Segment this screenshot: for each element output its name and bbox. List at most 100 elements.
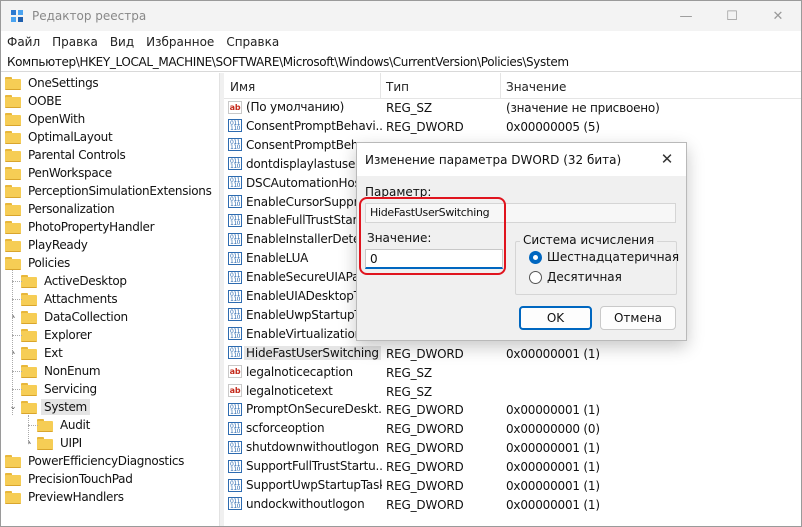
registry-value-row[interactable]: 011 110 scforceoption REG_DWORD 0x00000000 (… <box>224 420 801 439</box>
tree-item[interactable]: ⌄ System <box>9 398 90 416</box>
tree-item[interactable]: Servicing <box>9 380 100 398</box>
string-value-icon: ab <box>228 365 242 379</box>
value-name: undockwithoutlogon <box>246 496 365 511</box>
tree-guide-line <box>12 335 22 336</box>
tree-item[interactable]: Personalization <box>5 200 118 218</box>
column-divider[interactable] <box>500 73 501 99</box>
tree-item[interactable]: PlayReady <box>5 236 91 254</box>
value-type: REG_DWORD <box>386 346 464 361</box>
binary-value-icon: 011 110 <box>228 346 242 360</box>
column-header-type[interactable]: Тип <box>386 80 409 94</box>
value-type: REG_DWORD <box>386 403 464 418</box>
tree-item-label: OptimalLayout <box>28 130 113 144</box>
registry-value-row[interactable]: 011 110 shutdownwithoutlogon REG_DWORD 0x000… <box>224 439 801 458</box>
menu-edit[interactable]: Правка <box>46 31 104 53</box>
tree-item[interactable]: Attachments <box>9 290 120 308</box>
value-name: legalnoticetext <box>246 383 333 398</box>
cancel-button[interactable]: Отмена <box>600 306 676 330</box>
minimize-button[interactable]: — <box>663 1 709 31</box>
value-name-cell: 011 110 shutdownwithoutlogon <box>228 440 382 454</box>
tree-item[interactable]: ActiveDesktop <box>9 272 130 290</box>
registry-value-row[interactable]: ab legalnoticetext REG_SZ <box>224 383 801 402</box>
tree-item-label: PrecisionTouchPad <box>28 472 133 486</box>
tree-item[interactable]: › DataCollection <box>9 308 131 326</box>
value-name: HideFastUserSwitching <box>244 345 381 360</box>
radio-hexadecimal[interactable]: Шестнадцатеричная <box>529 250 679 264</box>
value-type: REG_DWORD <box>386 422 464 437</box>
binary-value-icon: 011 110 <box>228 421 242 435</box>
tree-item-label: Ext <box>44 346 63 360</box>
tree-item[interactable]: PenWorkspace <box>5 164 115 182</box>
radio-hex-indicator[interactable] <box>529 250 542 264</box>
tree-item[interactable]: OpenWith <box>5 110 88 128</box>
tree-item-label: UIPI <box>60 436 82 450</box>
folder-icon <box>5 257 21 270</box>
binary-value-icon: 011 110 <box>228 478 242 492</box>
tree-item[interactable]: Parental Controls <box>5 146 128 164</box>
radio-dec-indicator[interactable] <box>529 270 542 284</box>
menu-file[interactable]: Файл <box>1 31 46 53</box>
menu-help[interactable]: Справка <box>220 31 285 53</box>
ok-button[interactable]: OK <box>519 306 592 330</box>
address-path[interactable]: Компьютер\HKEY_LOCAL_MACHINE\SOFTWARE\Mi… <box>7 55 569 69</box>
binary-value-icon: 011 110 <box>228 270 242 284</box>
registry-value-row[interactable]: 011 110 PromptOnSecureDeskt... REG_DWORD 0x0… <box>224 401 801 420</box>
tree-item-label: PerceptionSimulationExtensions <box>28 184 212 198</box>
tree-item-label: Audit <box>60 418 90 432</box>
tree-item[interactable]: OptimalLayout <box>5 128 115 146</box>
registry-value-row[interactable]: 011 110 ConsentPromptBehavi... REG_DWORD 0x0… <box>224 118 801 137</box>
binary-value-icon: 011 110 <box>228 157 242 171</box>
dialog-body: Параметр: HideFastUserSwitching Значение… <box>357 176 686 340</box>
folder-icon <box>5 167 21 180</box>
title-bar[interactable]: Редактор реестра — ☐ ✕ <box>1 1 801 31</box>
radio-decimal[interactable]: Десятичная <box>529 270 622 284</box>
list-header: Имя Тип Значение <box>224 73 801 99</box>
tree-item-label: OneSettings <box>28 76 99 90</box>
edit-dword-dialog: Изменение параметра DWORD (32 бита) ✕ Па… <box>356 142 687 341</box>
tree-item-label: Attachments <box>44 292 118 306</box>
binary-value-icon: 011 110 <box>228 440 242 454</box>
column-divider[interactable] <box>380 73 381 99</box>
registry-value-row[interactable]: 011 110 SupportFullTrustStartu... REG_DWORD… <box>224 458 801 477</box>
registry-value-row[interactable]: ab legalnoticecaption REG_SZ <box>224 364 801 383</box>
value-type: REG_SZ <box>386 101 432 115</box>
value-name-cell: 011 110 SupportFullTrustStartu... <box>228 459 382 473</box>
registry-value-row[interactable]: 011 110 HideFastUserSwitching REG_DWORD 0x00… <box>224 345 801 364</box>
column-header-value[interactable]: Значение <box>506 80 566 94</box>
menu-bar: Файл Правка Вид Избранное Справка <box>1 31 801 53</box>
value-name-cell: 011 110 SupportUwpStartupTasks <box>228 478 382 492</box>
string-value-icon: ab <box>228 384 242 397</box>
menu-favorites[interactable]: Избранное <box>140 31 220 53</box>
tree-item[interactable]: PerceptionSimulationExtensions <box>5 182 215 200</box>
registry-value-row[interactable]: 011 110 SupportUwpStartupTasks REG_DWORD 0x0… <box>224 477 801 496</box>
folder-icon <box>21 329 37 342</box>
registry-key-tree[interactable]: OneSettings OOBE OpenWith OptimalLayout Pare… <box>1 73 220 526</box>
highlight-annotation <box>359 197 506 275</box>
value-name-cell: 011 110 scforceoption <box>228 421 382 435</box>
value-name: ConsentPromptBehavi... <box>246 118 382 133</box>
maximize-button[interactable]: ☐ <box>709 1 755 31</box>
menu-view[interactable]: Вид <box>104 31 140 53</box>
tree-item[interactable]: › Ext <box>9 344 66 362</box>
tree-item-label: Personalization <box>28 202 115 216</box>
tree-item[interactable]: NonEnum <box>9 362 103 380</box>
tree-guide-line <box>28 443 31 444</box>
value-name: EnableVirtualization <box>246 326 363 341</box>
column-header-name[interactable]: Имя <box>230 80 255 94</box>
tree-item[interactable]: PrecisionTouchPad <box>5 470 136 488</box>
tree-item[interactable]: Policies <box>5 254 73 272</box>
address-bar[interactable]: Компьютер\HKEY_LOCAL_MACHINE\SOFTWARE\Mi… <box>1 53 801 72</box>
folder-icon <box>21 383 37 396</box>
window-title: Редактор реестра <box>32 9 147 23</box>
registry-value-row[interactable]: ab (По умолчанию) REG_SZ (значение не присв… <box>224 99 801 118</box>
tree-item[interactable]: › UIPI <box>25 434 85 452</box>
tree-item[interactable]: PhotoPropertyHandler <box>5 218 157 236</box>
tree-item-label: OOBE <box>28 94 62 108</box>
tree-item[interactable]: OOBE <box>5 92 65 110</box>
dialog-close-button[interactable]: ✕ <box>653 147 681 171</box>
close-window-button[interactable]: ✕ <box>755 1 801 31</box>
registry-value-row[interactable]: 011 110 undockwithoutlogon REG_DWORD 0x00000… <box>224 496 801 515</box>
tree-item[interactable]: PreviewHandlers <box>5 488 127 506</box>
tree-item[interactable]: OneSettings <box>5 74 101 92</box>
tree-item[interactable]: PowerEfficiencyDiagnostics <box>5 452 187 470</box>
